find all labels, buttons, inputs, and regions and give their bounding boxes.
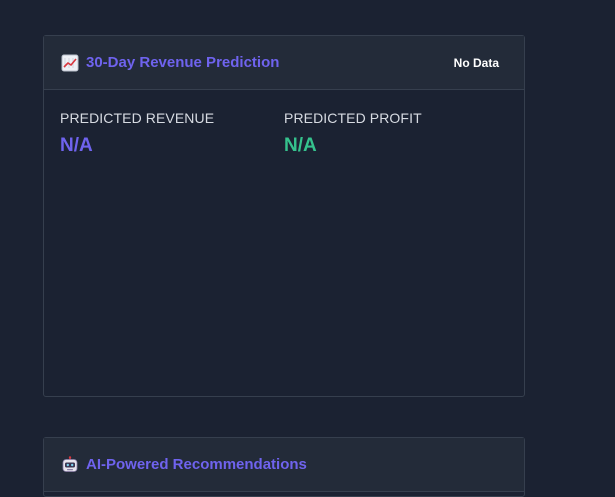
predicted-revenue-metric: PREDICTED REVENUE N/A xyxy=(60,110,284,157)
predicted-profit-value: N/A xyxy=(284,135,317,156)
ai-recommendations-header: AI-Powered Recommendations xyxy=(44,438,524,492)
chart-increasing-icon xyxy=(61,54,79,72)
predicted-profit-label: PREDICTED PROFIT xyxy=(284,110,422,126)
predicted-profit-metric: PREDICTED PROFIT N/A xyxy=(284,110,508,157)
revenue-prediction-card: 30-Day Revenue Prediction No Data PREDIC… xyxy=(43,35,525,397)
predicted-revenue-value: N/A xyxy=(60,135,93,156)
ai-recommendations-title-group: AI-Powered Recommendations xyxy=(61,455,307,474)
no-data-badge: No Data xyxy=(453,55,499,70)
revenue-prediction-title: 30-Day Revenue Prediction xyxy=(86,54,280,71)
robot-icon xyxy=(61,455,79,474)
revenue-prediction-title-group: 30-Day Revenue Prediction xyxy=(61,54,279,72)
ai-recommendations-title: AI-Powered Recommendations xyxy=(86,456,307,473)
ai-recommendations-card: AI-Powered Recommendations xyxy=(43,437,525,497)
revenue-prediction-body: PREDICTED REVENUE N/A PREDICTED PROFIT N… xyxy=(44,90,524,157)
revenue-prediction-header: 30-Day Revenue Prediction No Data xyxy=(44,36,524,90)
predicted-revenue-label: PREDICTED REVENUE xyxy=(60,110,215,126)
